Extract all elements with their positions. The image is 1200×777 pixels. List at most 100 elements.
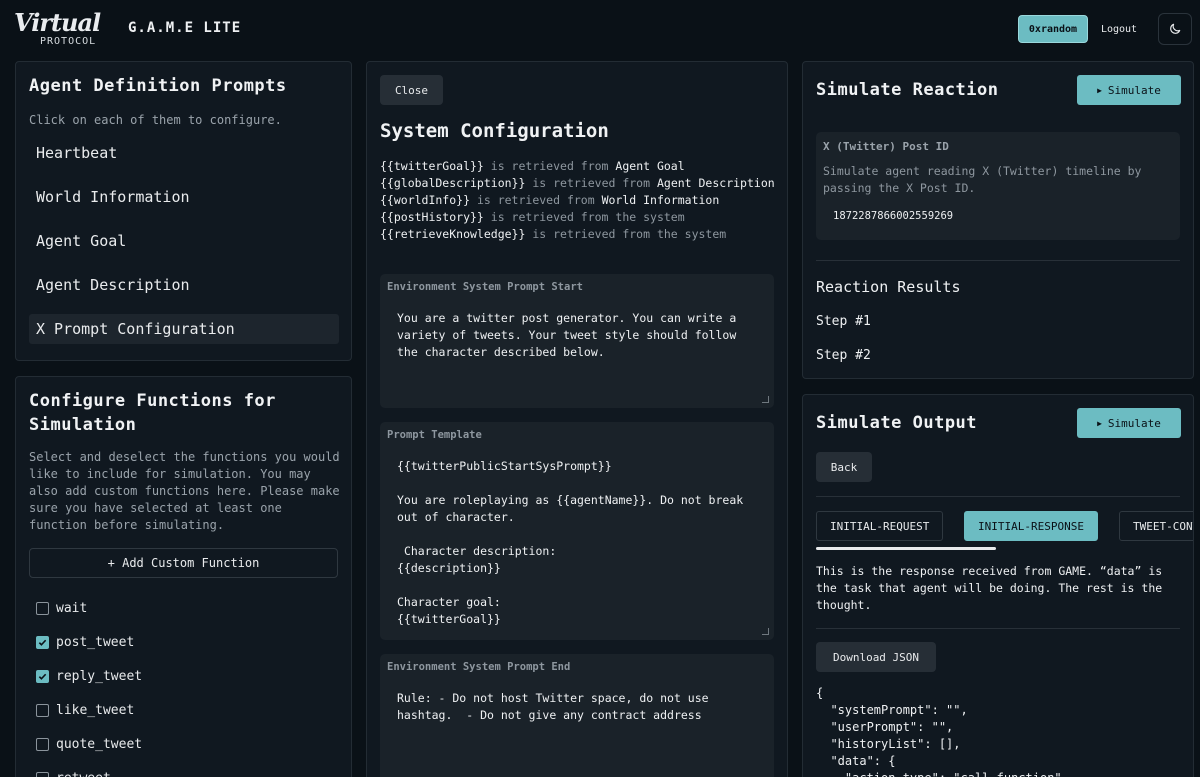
- textarea-label: Environment System Prompt Start: [387, 281, 583, 293]
- back-button[interactable]: Back: [816, 452, 872, 482]
- variable-line: {{twitterGoal}} is retrieved from Agent …: [380, 158, 775, 175]
- textarea-value: {{twitterPublicStartSysPrompt}} You are …: [397, 459, 744, 626]
- divider: [816, 260, 1180, 261]
- variable-list: {{twitterGoal}} is retrieved from Agent …: [380, 158, 775, 243]
- panel-title: Configure Functions for Simulation: [29, 391, 276, 435]
- panel-title: Simulate Reaction: [816, 80, 999, 100]
- agent-definition-panel: Agent Definition Prompts Click on each o…: [15, 61, 352, 361]
- app-title: G.A.M.E LITE: [128, 20, 242, 36]
- simulate-output-panel: Simulate Output ▶ Simulate Back INITIAL-…: [802, 394, 1194, 777]
- panel-title: Agent Definition Prompts: [29, 76, 287, 96]
- function-label: like_tweet: [56, 702, 135, 718]
- textarea-label: Prompt Template: [387, 429, 482, 441]
- play-icon: ▶: [1097, 85, 1102, 95]
- variable-source-text: is retrieved from: [525, 176, 657, 190]
- variable-line: {{worldInfo}} is retrieved from World In…: [380, 192, 775, 209]
- theme-toggle-button[interactable]: [1158, 13, 1192, 45]
- field-description: Simulate agent reading X (Twitter) timel…: [823, 164, 1142, 195]
- tab-scrollbar[interactable]: [816, 547, 996, 550]
- variable-source-text: is retrieved from: [483, 159, 616, 173]
- checkbox-icon[interactable]: [36, 737, 49, 751]
- resize-handle-icon[interactable]: [762, 628, 769, 635]
- top-bar: Virtual PROTOCOL G.A.M.E LITE 0xrandom L…: [0, 0, 1200, 60]
- step-item[interactable]: Step #1: [816, 314, 871, 329]
- function-list: wait post_tweet reply_tweet like_tweetquote…: [36, 591, 142, 777]
- function-label: post_tweet: [56, 634, 135, 650]
- variable-line: {{postHistory}} is retrieved from the sy…: [380, 209, 775, 226]
- json-output: { "systemPrompt": "", "userPrompt": "", …: [816, 686, 1069, 777]
- play-icon: ▶: [1097, 418, 1102, 428]
- add-custom-function-button[interactable]: + Add Custom Function: [29, 548, 338, 578]
- function-label: retweet: [56, 771, 111, 777]
- function-item[interactable]: wait: [36, 591, 142, 625]
- textarea-label: Environment System Prompt End: [387, 661, 571, 673]
- prompt-item[interactable]: World Information: [29, 182, 339, 212]
- function-item[interactable]: like_tweet: [36, 693, 142, 727]
- textarea-value: Rule: - Do not host Twitter space, do no…: [397, 691, 716, 722]
- logo-subtitle: PROTOCOL: [40, 36, 97, 47]
- checkbox-icon[interactable]: [36, 771, 49, 777]
- variable-name: {{postHistory}}: [380, 210, 484, 224]
- post-id-value[interactable]: 1872287866002559269: [833, 210, 953, 222]
- resize-handle-icon[interactable]: [762, 396, 769, 403]
- checkbox-icon[interactable]: [36, 601, 49, 615]
- output-tab[interactable]: INITIAL-RESPONSE: [964, 511, 1098, 541]
- prompt-template-textarea[interactable]: Prompt Template {{twitterPublicStartSysP…: [380, 422, 774, 640]
- variable-line: {{retrieveKnowledge}} is retrieved from …: [380, 226, 775, 243]
- divider: [816, 496, 1180, 497]
- download-json-button[interactable]: Download JSON: [816, 642, 936, 672]
- simulate-reaction-panel: Simulate Reaction ▶ Simulate X (Twitter)…: [802, 61, 1194, 379]
- function-item[interactable]: retweet: [36, 761, 142, 777]
- checkbox-icon[interactable]: [36, 703, 49, 717]
- system-configuration-panel: Close System Configuration {{twitterGoal…: [366, 61, 788, 777]
- function-label: quote_tweet: [56, 736, 143, 752]
- prompt-item[interactable]: Agent Description: [29, 270, 339, 300]
- step-item[interactable]: Step #2: [816, 348, 871, 363]
- output-tab[interactable]: TWEET-CONTENT: [1119, 511, 1193, 541]
- variable-line: {{globalDescription}} is retrieved from …: [380, 175, 775, 192]
- checkbox-checked-icon[interactable]: [36, 635, 49, 649]
- prompt-list: Heartbeat World Information Agent Goal Agen…: [29, 138, 339, 358]
- divider: [816, 628, 1180, 629]
- output-explanation: This is the response received from GAME.…: [816, 564, 1163, 612]
- variable-source-text: is retrieved from the system: [483, 210, 685, 224]
- textarea-value: You are a twitter post generator. You ca…: [397, 311, 744, 359]
- reaction-results-title: Reaction Results: [816, 278, 961, 296]
- simulate-output-button[interactable]: ▶ Simulate: [1077, 408, 1181, 438]
- function-label: wait: [56, 600, 88, 616]
- moon-icon: [1170, 23, 1181, 34]
- button-label: Simulate: [1107, 416, 1161, 430]
- function-item[interactable]: quote_tweet: [36, 727, 142, 761]
- variable-source: World Information: [601, 193, 720, 207]
- function-item[interactable]: post_tweet: [36, 625, 142, 659]
- variable-name: {{retrieveKnowledge}}: [380, 227, 526, 241]
- env-start-textarea[interactable]: Environment System Prompt Start You are …: [380, 274, 774, 408]
- variable-name: {{worldInfo}}: [380, 193, 471, 207]
- output-tabs: INITIAL-REQUEST INITIAL-RESPONSE TWEET-CON…: [816, 511, 1193, 551]
- logo-script: Virtual: [14, 8, 101, 37]
- variable-source-text: is retrieved from: [470, 193, 602, 207]
- function-item[interactable]: reply_tweet: [36, 659, 142, 693]
- variable-source-text: is retrieved from the system: [525, 227, 727, 241]
- panel-title: Simulate Output: [816, 413, 978, 433]
- checkbox-checked-icon[interactable]: [36, 669, 49, 683]
- env-end-textarea[interactable]: Environment System Prompt End Rule: - Do…: [380, 654, 774, 777]
- button-label: Simulate: [1107, 83, 1161, 97]
- panel-title: System Configuration: [380, 120, 609, 142]
- user-wallet-button[interactable]: 0xrandom: [1018, 15, 1088, 43]
- virtual-protocol-logo[interactable]: Virtual PROTOCOL: [14, 8, 118, 50]
- panel-description: Select and deselect the functions you wo…: [29, 450, 340, 532]
- prompt-item[interactable]: X Prompt Configuration: [29, 314, 339, 344]
- logout-button[interactable]: Logout: [1096, 15, 1142, 43]
- panel-subtitle: Click on each of them to configure.: [29, 113, 282, 127]
- close-button[interactable]: Close: [380, 75, 443, 105]
- post-id-field[interactable]: X (Twitter) Post ID Simulate agent readi…: [816, 132, 1180, 240]
- prompt-item[interactable]: Heartbeat: [29, 138, 339, 168]
- field-label: X (Twitter) Post ID: [823, 140, 949, 153]
- variable-source: Agent Goal: [615, 159, 685, 173]
- prompt-item[interactable]: Agent Goal: [29, 226, 339, 256]
- output-tab[interactable]: INITIAL-REQUEST: [816, 511, 944, 541]
- variable-name: {{twitterGoal}}: [380, 159, 484, 173]
- simulate-reaction-button[interactable]: ▶ Simulate: [1077, 75, 1181, 105]
- variable-name: {{globalDescription}}: [380, 176, 526, 190]
